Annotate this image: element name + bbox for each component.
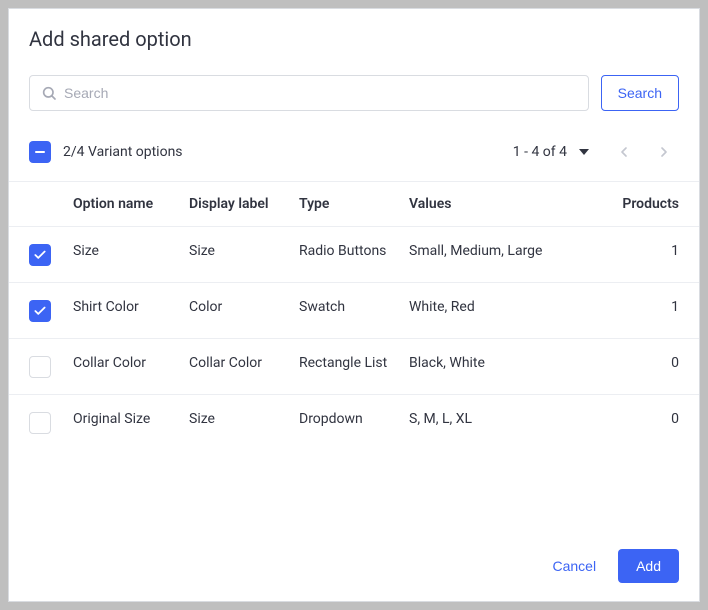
header-type: Type (299, 196, 409, 212)
cell-display-label: Size (189, 243, 299, 259)
add-shared-option-modal: Add shared option Search 2/4 Variant opt… (8, 8, 700, 602)
modal-title: Add shared option (29, 27, 679, 51)
row-checkbox-cell (29, 243, 73, 266)
cell-option-name: Shirt Color (73, 299, 189, 315)
header-products: Products (605, 196, 679, 212)
chevron-left-icon (616, 144, 632, 160)
cell-display-label: Collar Color (189, 355, 299, 371)
cell-values: Small, Medium, Large (409, 243, 605, 259)
cell-type: Rectangle List (299, 355, 409, 371)
cell-display-label: Color (189, 299, 299, 315)
check-icon (33, 304, 47, 318)
cell-type: Dropdown (299, 411, 409, 427)
table-header-row: Option name Display label Type Values Pr… (9, 181, 699, 226)
row-checkbox[interactable] (29, 300, 51, 322)
cell-display-label: Size (189, 411, 299, 427)
cell-products: 1 (605, 299, 679, 315)
cell-products: 0 (605, 355, 679, 371)
header-display-label: Display label (189, 196, 299, 212)
search-button[interactable]: Search (601, 75, 679, 111)
cell-values: S, M, L, XL (409, 411, 605, 427)
table-body: SizeSizeRadio ButtonsSmall, Medium, Larg… (9, 226, 699, 450)
row-checkbox[interactable] (29, 356, 51, 378)
cell-products: 0 (605, 411, 679, 427)
next-page-button[interactable] (649, 137, 679, 167)
cell-values: White, Red (409, 299, 605, 315)
search-row: Search (9, 61, 699, 119)
search-input[interactable] (29, 75, 589, 111)
modal-header: Add shared option (9, 9, 699, 61)
check-icon (33, 248, 47, 262)
row-checkbox[interactable] (29, 244, 51, 266)
header-option-name: Option name (73, 196, 189, 212)
pagination-range: 1 - 4 of 4 (513, 144, 567, 160)
cell-type: Radio Buttons (299, 243, 409, 259)
cell-type: Swatch (299, 299, 409, 315)
cell-values: Black, White (409, 355, 605, 371)
pagination-controls: 1 - 4 of 4 (513, 137, 679, 167)
table-row: Collar ColorCollar ColorRectangle ListBl… (9, 338, 699, 394)
search-box (29, 75, 589, 111)
row-checkbox-cell (29, 411, 73, 434)
select-all-checkbox[interactable] (29, 141, 51, 163)
row-checkbox-cell (29, 355, 73, 378)
prev-page-button[interactable] (609, 137, 639, 167)
table-controls: 2/4 Variant options 1 - 4 of 4 (9, 119, 699, 181)
modal-footer: Cancel Add (9, 531, 699, 601)
options-table: Option name Display label Type Values Pr… (9, 181, 699, 450)
header-checkbox-col (29, 196, 73, 197)
selection-count-label: 2/4 Variant options (63, 144, 183, 160)
cell-products: 1 (605, 243, 679, 259)
header-values: Values (409, 196, 605, 212)
table-row: Original SizeSizeDropdownS, M, L, XL0 (9, 394, 699, 450)
cell-option-name: Collar Color (73, 355, 189, 371)
chevron-right-icon (656, 144, 672, 160)
row-checkbox-cell (29, 299, 73, 322)
cell-option-name: Original Size (73, 411, 189, 427)
add-button[interactable]: Add (618, 549, 679, 583)
cancel-button[interactable]: Cancel (538, 550, 610, 582)
page-size-dropdown-icon[interactable] (579, 149, 589, 155)
cell-option-name: Size (73, 243, 189, 259)
table-row: Shirt ColorColorSwatchWhite, Red1 (9, 282, 699, 338)
table-row: SizeSizeRadio ButtonsSmall, Medium, Larg… (9, 226, 699, 282)
row-checkbox[interactable] (29, 412, 51, 434)
search-icon (41, 85, 57, 101)
